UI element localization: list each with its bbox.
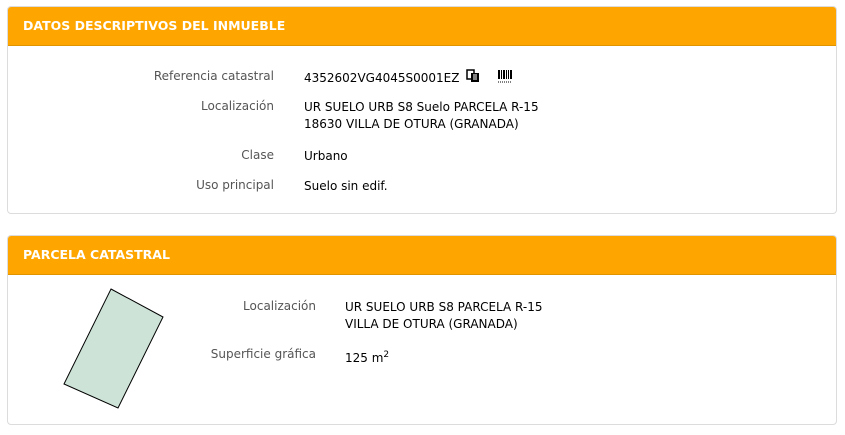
value-referencia-catastral: 4352602VG4045S0001EZ (304, 69, 513, 88)
label-uso-principal: Uso principal (196, 178, 274, 192)
barcode-icon[interactable] (498, 69, 513, 88)
superficie-unit-sup: 2 (383, 350, 390, 360)
value-superficie-grafica: 125 m2 (345, 347, 389, 367)
value-localizacion-parcela: UR SUELO URB S8 PARCELA R-15 VILLA DE OT… (345, 299, 542, 333)
panel-parcela-catastral: PARCELA CATASTRAL Localización UR SUELO … (7, 235, 837, 425)
label-superficie-grafica: Superficie gráfica (210, 347, 316, 361)
label-clase: Clase (241, 148, 274, 162)
label-localizacion: Localización (201, 99, 274, 113)
panel-title: PARCELA CATASTRAL (8, 236, 836, 275)
parcela-line2: VILLA DE OTURA (GRANADA) (345, 317, 518, 331)
value-clase: Urbano (304, 149, 348, 163)
value-uso-principal: Suelo sin edif. (304, 179, 388, 193)
localizacion-line2: 18630 VILLA DE OTURA (GRANADA) (304, 117, 519, 131)
value-localizacion: UR SUELO URB S8 Suelo PARCELA R-15 18630… (304, 99, 539, 133)
parcel-map[interactable] (58, 284, 173, 414)
superficie-value: 125 m (345, 351, 384, 365)
label-localizacion-parcela: Localización (243, 299, 316, 313)
panel-title: DATOS DESCRIPTIVOS DEL INMUEBLE (8, 7, 836, 46)
localizacion-line1: UR SUELO URB S8 Suelo PARCELA R-15 (304, 100, 539, 114)
parcel-shape[interactable] (63, 288, 164, 409)
copy-icon[interactable] (466, 69, 480, 88)
parcela-line1: UR SUELO URB S8 PARCELA R-15 (345, 300, 543, 314)
referencia-text[interactable]: 4352602VG4045S0001EZ (304, 71, 459, 85)
label-referencia-catastral: Referencia catastral (153, 69, 274, 83)
panel-datos-descriptivos: DATOS DESCRIPTIVOS DEL INMUEBLE Referenc… (7, 6, 837, 214)
